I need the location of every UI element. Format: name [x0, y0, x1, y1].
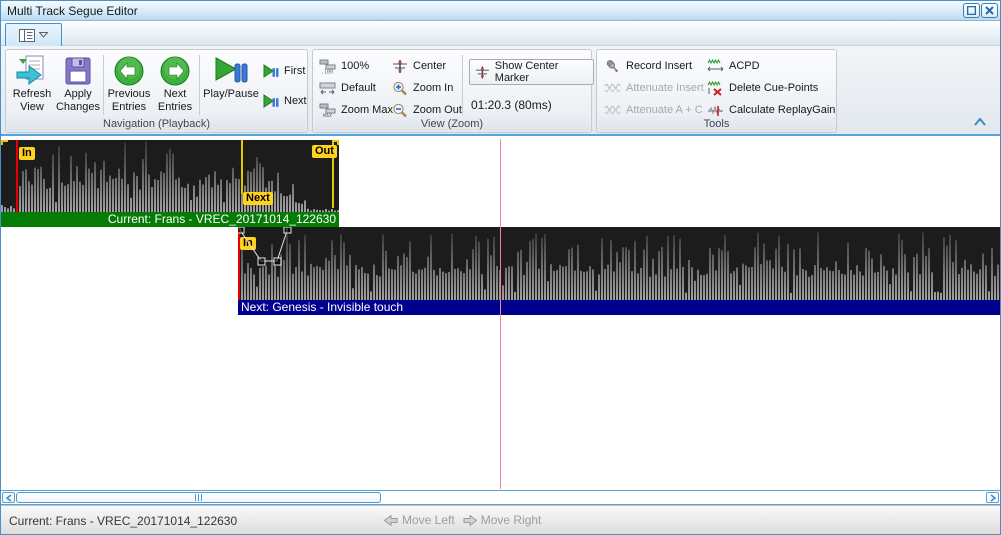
zoom-default-icon — [319, 81, 336, 96]
next-arrow-icon — [159, 55, 191, 87]
in-marker-line[interactable] — [16, 140, 18, 212]
move-left-button[interactable]: Move Left — [384, 513, 455, 527]
titlebar: Multi Track Segue Editor — [1, 1, 1000, 21]
svg-text:.100: .100 — [321, 69, 333, 74]
play-pause-small-icon — [263, 64, 279, 78]
horizontal-scrollbar[interactable] — [1, 490, 1000, 505]
zoom-default-button[interactable]: Default — [319, 79, 393, 97]
collapse-ribbon-chevron[interactable] — [974, 118, 986, 126]
replaygain-icon — [707, 103, 724, 118]
close-button[interactable] — [981, 3, 998, 18]
save-floppy-icon — [62, 55, 94, 87]
group-label-view: View (Zoom) — [314, 117, 590, 131]
delete-cue-points-button[interactable]: Delete Cue-Points — [707, 79, 835, 97]
waveform-bars — [238, 227, 1000, 300]
out-marker-label[interactable]: Out — [312, 145, 337, 158]
group-label-navigation: Navigation (Playback) — [7, 117, 306, 131]
group-view-zoom: .100 100% Default .MAX — [312, 49, 592, 133]
zoom-in-icon — [392, 81, 408, 96]
microphone-icon — [604, 59, 621, 74]
maximize-button[interactable] — [963, 3, 980, 18]
zoom-100-icon: .100 — [319, 59, 336, 74]
envelope-node[interactable] — [258, 258, 265, 265]
play-pause-button[interactable]: Play/Pause — [202, 53, 260, 117]
next-track-caption: Next: Genesis - Invisible touch — [238, 300, 1000, 315]
acpd-wave-icon — [707, 59, 724, 74]
next-marker-label[interactable]: Next — [243, 192, 273, 205]
acpd-button[interactable]: ACPD — [707, 57, 835, 75]
attenuate-insert-button[interactable]: Attenuate Insert — [604, 79, 704, 97]
selection-corner-tick — [1, 140, 8, 145]
attenuate-wave-icon — [604, 81, 621, 96]
play-pause-icon — [214, 55, 248, 87]
next-track-waveform[interactable]: In — [238, 227, 1000, 300]
volume-envelope[interactable] — [238, 227, 308, 273]
envelope-node[interactable] — [284, 227, 291, 233]
tabstrip — [1, 21, 1000, 46]
arrow-right-icon — [463, 515, 477, 526]
move-right-button[interactable]: Move Right — [463, 513, 542, 527]
envelope-node[interactable] — [274, 258, 281, 265]
delete-cue-points-icon — [707, 81, 724, 96]
chevron-left-icon — [6, 494, 12, 502]
zoom-100-button[interactable]: .100 100% — [319, 57, 393, 75]
current-track-waveform[interactable]: In Next Out — [1, 140, 339, 212]
thumb-grip — [201, 494, 202, 501]
zoom-in-button[interactable]: Zoom In — [392, 79, 462, 97]
record-insert-button[interactable]: Record Insert — [604, 57, 704, 75]
status-current-track: Current: Frans - VREC_20171014_122630 — [9, 514, 237, 528]
center-button[interactable]: Center — [392, 57, 462, 75]
show-center-marker-button[interactable]: Show Center Marker — [469, 59, 594, 85]
apply-changes-button[interactable]: Apply Changes — [55, 53, 101, 117]
arrow-left-icon — [384, 515, 398, 526]
group-navigation-playback: Refresh View Apply Changes — [5, 49, 308, 133]
current-track-caption: Current: Frans - VREC_20171014_122630 — [1, 212, 339, 227]
envelope-node[interactable] — [238, 227, 244, 233]
previous-arrow-icon — [113, 55, 145, 87]
scroll-left-button[interactable] — [2, 492, 15, 503]
center-marker-icon — [392, 59, 408, 74]
separator — [199, 55, 200, 115]
waveform-bars — [1, 140, 339, 212]
multi-track-segue-editor-window: Multi Track Segue Editor — [0, 0, 1001, 535]
separator — [103, 55, 104, 115]
thumb-grip — [195, 494, 196, 501]
next-button[interactable]: Next — [263, 92, 307, 110]
maximize-icon — [967, 6, 976, 15]
play-pause-small-icon — [263, 94, 279, 108]
statusbar: Current: Frans - VREC_20171014_122630 Mo… — [1, 505, 1000, 534]
in-marker-label[interactable]: In — [19, 147, 35, 160]
segue-editor-canvas: In Next Out Current: Frans - VREC_201710… — [1, 136, 1000, 490]
previous-entries-button[interactable]: Previous Entries — [106, 53, 152, 117]
refresh-view-button[interactable]: Refresh View — [9, 53, 55, 117]
layout-menu-button[interactable] — [5, 23, 62, 46]
scrollbar-thumb[interactable] — [16, 492, 381, 503]
center-marker-icon — [475, 65, 490, 80]
center-marker-line — [500, 139, 501, 489]
next-entries-button[interactable]: Next Entries — [152, 53, 198, 117]
next-marker-line[interactable] — [241, 140, 243, 194]
attenuate-wave-icon — [604, 103, 621, 118]
chevron-right-icon — [990, 494, 996, 502]
close-icon — [985, 6, 994, 15]
group-tools: Record Insert Attenuate Insert Attenuate… — [596, 49, 837, 133]
thumb-grip — [198, 494, 199, 501]
scroll-right-button[interactable] — [986, 492, 999, 503]
ribbon: Refresh View Apply Changes — [1, 46, 1000, 136]
separator — [462, 55, 463, 115]
group-label-tools: Tools — [598, 117, 835, 131]
zoom-out-icon — [392, 103, 408, 118]
position-readout: 01:20.3 (80ms) — [471, 98, 552, 112]
window-title: Multi Track Segue Editor — [7, 4, 138, 18]
zoom-max-icon: .MAX — [319, 103, 336, 118]
chevron-down-icon — [39, 32, 48, 38]
refresh-view-icon — [15, 55, 49, 87]
first-button[interactable]: First — [263, 62, 307, 80]
layout-panel-icon — [19, 29, 35, 42]
